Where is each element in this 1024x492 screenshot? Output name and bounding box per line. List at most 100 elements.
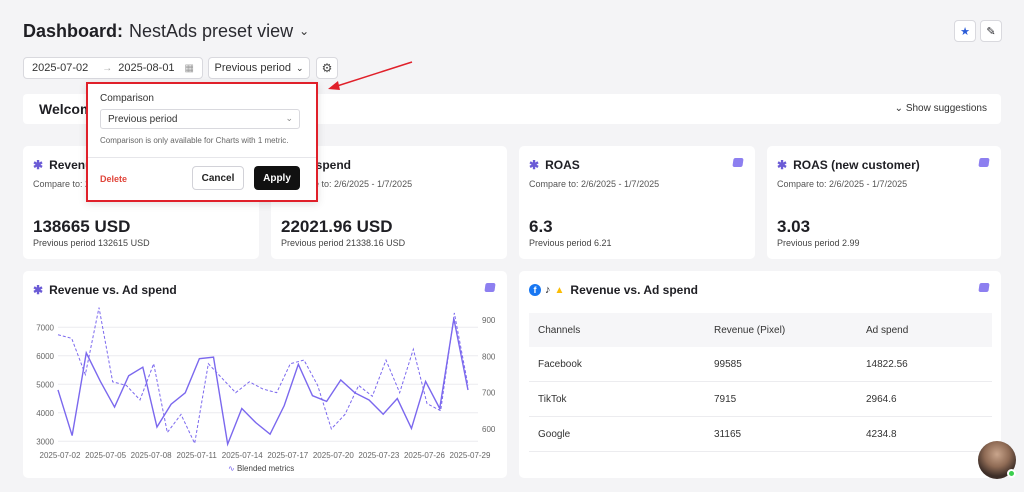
kpi-title: ROAS [545,158,580,172]
support-avatar[interactable] [978,441,1016,479]
column-header: Revenue (Pixel) [714,324,786,336]
comparison-select-value: Previous period [108,114,178,125]
ai-badge-icon [978,283,990,292]
kpi-compare: Compare to: 2/6/2025 - 1/7/2025 [529,179,660,189]
chevron-down-icon[interactable]: ⌄ [299,24,309,38]
date-range-picker[interactable]: 2025-07-02 → 2025-08-01 ▦ [23,57,203,79]
tiktok-icon: ♪ [545,284,551,296]
legend-label: Blended metrics [236,464,295,473]
y-left-tick-label: 5000 [36,380,54,389]
nestads-logo-icon: ✱ [777,158,788,172]
comparison-note: Comparison is only available for Charts … [100,136,289,145]
y-left-tick-label: 3000 [36,437,54,446]
nestads-logo-icon: ✱ [33,158,44,172]
kpi-card-roas-new-customer[interactable]: ✱ ROAS (new customer) Compare to: 2/6/202… [767,146,1001,259]
kpi-value: 22021.96 USD [281,217,393,236]
y-right-tick-label: 700 [482,389,496,398]
table-cell: 7915 [714,393,737,405]
kpi-compare: Compare to: 2/6/2025 - 1/7/2025 [777,179,908,189]
table-cell: 99585 [714,358,742,370]
apply-button[interactable]: Apply [254,166,300,190]
line-chart: 3000 4000 5000 6000 7000 600 700 800 900 2025-07-… [36,307,496,460]
table-cell: 31165 [714,428,742,440]
y-left-tick-label: 6000 [36,352,54,361]
x-tick-label: 2025-07-05 [85,451,126,460]
channels-table: Channels Revenue (Pixel) Ad spend Facebo… [529,313,992,452]
table-cell: 4234.8 [866,428,897,440]
calendar-icon: ▦ [184,62,194,74]
comparison-popup: Comparison Previous period ⌄ Comparison … [86,82,318,202]
view-selector[interactable]: NestAds preset view [129,21,293,42]
ai-badge-icon [978,158,990,167]
x-tick-label: 2025-07-23 [358,451,399,460]
chevron-down-icon: ⌄ [285,113,293,123]
online-status-dot [1007,469,1016,478]
kpi-value: 3.03 [777,217,811,236]
table-cell: Facebook [538,358,582,370]
delete-button[interactable]: Delete [100,174,127,184]
page-title: Dashboard: [23,20,124,41]
x-tick-label: 2025-07-20 [313,451,354,460]
kpi-card-roas[interactable]: ✱ ROAS Compare to: 2/6/2025 - 1/7/2025 6.… [519,146,755,259]
kpi-previous: Previous period 132615 USD [33,238,150,248]
x-tick-label: 2025-07-17 [267,451,308,460]
table-cell: 14822.56 [866,358,908,370]
x-tick-label: 2025-07-26 [404,451,445,460]
kpi-previous: Previous period 2.99 [777,238,860,248]
kpi-title: ROAS (new customer) [793,158,920,172]
arrow-right-icon: → [102,62,113,74]
cancel-button[interactable]: Cancel [192,166,244,190]
y-right-tick-label: 900 [482,316,496,325]
column-header: Ad spend [866,324,909,336]
comparison-dropdown[interactable]: Previous period ⌄ [208,57,310,79]
google-ads-icon: ▲ [554,284,565,296]
legend-line-icon: ∿ [228,464,235,473]
ai-badge-icon [732,158,744,167]
x-tick-label: 2025-07-02 [40,451,81,460]
annotation-arrow [328,61,413,90]
chevron-down-icon: ⌄ [295,62,304,73]
divider [88,157,316,158]
welcome-title: Welcom [39,101,93,117]
date-from: 2025-07-02 [32,62,89,74]
table-row: Google 31165 4234.8 [529,417,992,452]
table-cell: TikTok [538,393,567,405]
nestads-logo-icon: ✱ [529,158,540,172]
column-header: Channels [538,324,581,336]
table-header: Channels Revenue (Pixel) Ad spend [529,313,992,347]
favorite-button[interactable]: ★ [954,20,976,42]
date-to: 2025-08-01 [118,62,175,74]
series-line-ad-spend [57,307,469,446]
x-tick-label: 2025-07-29 [450,451,491,460]
x-tick-label: 2025-07-14 [222,451,263,460]
series-line-revenue [57,318,469,447]
comparison-select[interactable]: Previous period ⌄ [100,109,300,129]
facebook-icon: f [529,284,541,296]
table-row: Facebook 99585 14822.56 [529,347,992,382]
y-right-tick-label: 600 [482,425,496,434]
show-suggestions-label: Show suggestions [905,103,987,114]
comparison-label: Previous period [214,62,291,74]
y-right-tick-label: 800 [482,352,496,361]
table-cell: Google [538,428,571,440]
chart-card: ✱ Revenue vs. Ad spend 3000 4000 5000 6000 70… [23,271,507,478]
kpi-value: 138665 USD [33,217,131,236]
kpi-previous: Previous period 6.21 [529,238,612,248]
chart-legend: ∿ Blended metrics [228,464,294,473]
kpi-compare: Compare to: 2/ [33,179,93,189]
kpi-previous: Previous period 21338.16 USD [281,238,406,248]
kpi-value: 6.3 [529,217,553,236]
show-suggestions-toggle[interactable]: ⌄ Show suggestions [895,103,987,114]
page-header: Dashboard: NestAds preset view ⌄ [23,18,309,44]
table-card: f ♪ ▲ Revenue vs. Ad spend Channels Reve… [519,271,1001,478]
table-cell: 2964.6 [866,393,897,405]
comparison-popup-label: Comparison [100,93,154,104]
y-left-tick-label: 4000 [36,409,54,418]
x-tick-label: 2025-07-08 [131,451,172,460]
table-title: Revenue vs. Ad spend [570,283,698,297]
kpi-compare: re to: 2/6/2025 - 1/7/2025 [311,179,413,189]
edit-icon: ✎ [986,25,996,38]
x-tick-label: 2025-07-11 [177,451,218,460]
star-icon: ★ [960,25,970,38]
edit-button[interactable]: ✎ [980,20,1002,42]
